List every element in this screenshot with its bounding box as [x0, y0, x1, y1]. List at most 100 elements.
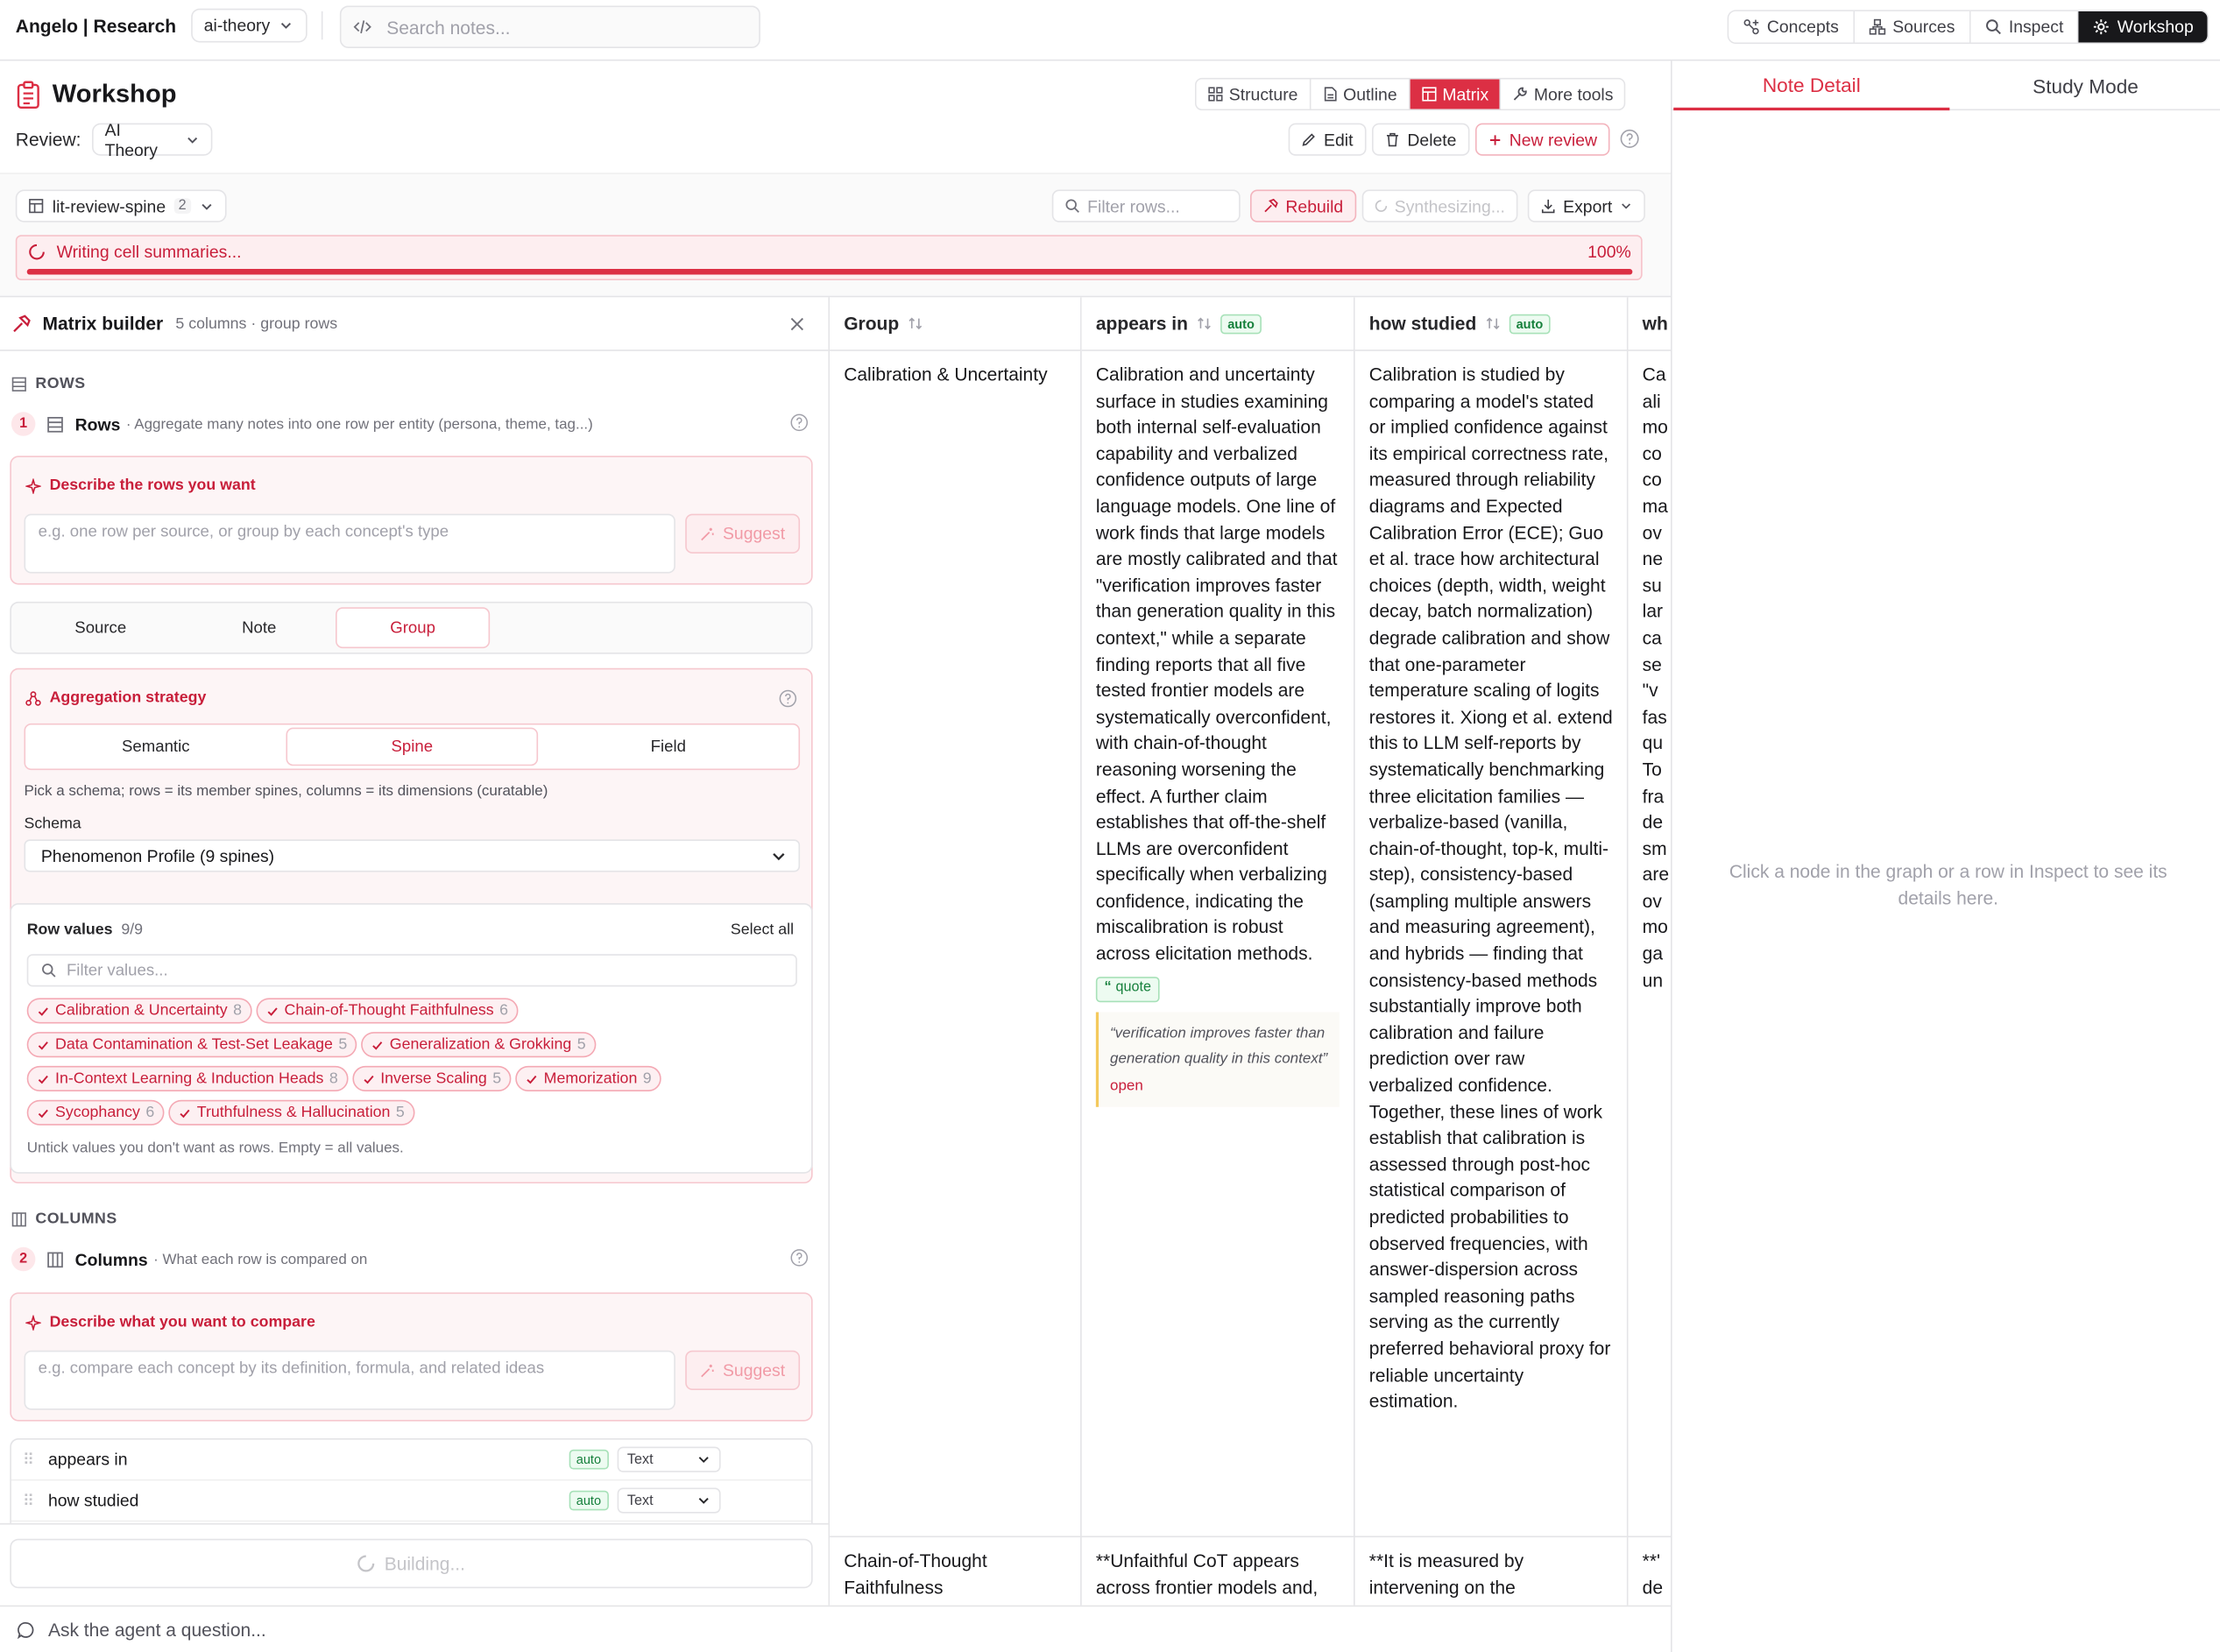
chip-label: Generalization & Grokking	[389, 1035, 572, 1054]
rows-suggest-button[interactable]: Suggest	[685, 513, 801, 554]
group-name: Chain-of-Thought Faithfulness	[844, 1550, 987, 1598]
rows-prompt-input[interactable]: e.g. one row per source, or group by eac…	[24, 513, 675, 574]
row-values-filter-placeholder: Filter values...	[66, 962, 168, 979]
check-icon	[267, 1006, 278, 1016]
nav-sources[interactable]: Sources	[1854, 11, 1971, 43]
more-tools-button[interactable]: More tools	[1501, 79, 1625, 109]
divider	[321, 11, 323, 40]
row-value-chip[interactable]: In-Context Learning & Induction Heads 8	[26, 1065, 349, 1092]
close-icon[interactable]	[788, 315, 805, 332]
columns-icon	[47, 1251, 63, 1267]
view-structure-button[interactable]: Structure	[1196, 79, 1311, 109]
hammer-icon	[1264, 198, 1278, 213]
column-row[interactable]: ⠿ appears in auto Text	[11, 1440, 812, 1481]
select-all-link[interactable]: Select all	[731, 921, 794, 938]
group-cell[interactable]: Calibration & Uncertainty	[830, 350, 1082, 1538]
row-value-chip[interactable]: Truthfulness & Hallucination 5	[168, 1099, 415, 1126]
help-icon[interactable]	[790, 413, 809, 432]
row-value-chip[interactable]: Calibration & Uncertainty 8	[26, 998, 252, 1024]
wrench-icon	[1514, 87, 1528, 101]
matrix-cell[interactable]: **It is measured by intervening on the	[1355, 1537, 1629, 1606]
column-header-truncated[interactable]: wh	[1628, 297, 1671, 351]
clipboard-icon	[17, 81, 39, 109]
cell-summary: Calibration is studied by comparing a mo…	[1368, 364, 1613, 1412]
row-values-title: Row values	[26, 921, 113, 939]
schema-select[interactable]: Phenomenon Profile (9 spines)	[24, 839, 801, 872]
column-header-appears-in[interactable]: appears in auto	[1081, 297, 1355, 351]
row-values-filter-input[interactable]: Filter values...	[26, 954, 797, 987]
row-value-chip[interactable]: Generalization & Grokking 5	[361, 1032, 596, 1058]
aggregation-title: Aggregation strategy	[49, 689, 207, 707]
search-placeholder: Search notes...	[386, 16, 511, 38]
row-value-chip[interactable]: Chain-of-Thought Faithfulness 6	[256, 998, 519, 1024]
aggregation-semantic[interactable]: Semantic	[28, 728, 283, 766]
chip-label: In-Context Learning & Induction Heads	[55, 1070, 324, 1088]
row-mode-group[interactable]: Group	[336, 607, 491, 649]
view-matrix-button[interactable]: Matrix	[1410, 79, 1502, 109]
drag-handle-icon[interactable]: ⠿	[23, 1451, 34, 1468]
schema-value: Phenomenon Profile (9 spines)	[40, 845, 275, 866]
review-value: AI Theory	[104, 119, 158, 159]
view-structure-label: Structure	[1228, 84, 1298, 104]
project-dropdown[interactable]: ai-theory	[191, 8, 308, 43]
matrix-cell-truncated[interactable]: Ca ali mo co co ma ov ne su lar ca se "v…	[1629, 351, 1671, 1537]
building-button[interactable]: Building...	[10, 1538, 813, 1589]
matrix-cell[interactable]: Calibration and uncertainty surface in s…	[1082, 350, 1355, 1538]
search-input[interactable]: Search notes...	[339, 5, 760, 48]
column-type-select[interactable]: Text	[617, 1487, 721, 1514]
rows-step: 1 Rows · Aggregate many notes into one r…	[11, 412, 593, 436]
quote-badge[interactable]: “ quote	[1095, 976, 1160, 1002]
column-type-select[interactable]: Text	[617, 1446, 721, 1472]
matrix-selector[interactable]: lit-review-spine 2	[15, 189, 227, 222]
export-button[interactable]: Export	[1527, 189, 1645, 222]
view-outline-button[interactable]: Outline	[1311, 79, 1410, 109]
edit-button[interactable]: Edit	[1288, 123, 1367, 156]
columns-suggest-button[interactable]: Suggest	[685, 1350, 801, 1391]
aggregation-spine[interactable]: Spine	[286, 727, 539, 766]
rebuild-button[interactable]: Rebuild	[1250, 189, 1356, 222]
row-value-chip[interactable]: Memorization 9	[515, 1065, 662, 1092]
matrix-cell[interactable]: **Unfaithful CoT appears across frontier…	[1082, 1537, 1355, 1606]
builder-subtitle: 5 columns · group rows	[175, 315, 338, 333]
nav-workshop[interactable]: Workshop	[2079, 11, 2208, 43]
group-cell[interactable]: Chain-of-Thought Faithfulness	[830, 1537, 1082, 1606]
help-icon[interactable]	[779, 689, 797, 708]
cell-summary: **It is measured by intervening on the	[1368, 1550, 1524, 1598]
open-quote-link[interactable]: open	[1110, 1077, 1143, 1093]
row-value-chip[interactable]: Inverse Scaling 5	[351, 1065, 512, 1092]
ask-agent-input[interactable]: Ask the agent a question...	[0, 1605, 1671, 1652]
column-row[interactable]: ⠿ how studied auto Text	[11, 1480, 812, 1522]
row-mode-source[interactable]: Source	[23, 607, 179, 648]
tab-study-mode[interactable]: Study Mode	[1949, 60, 2220, 110]
delete-button[interactable]: Delete	[1372, 123, 1470, 156]
filter-rows-input[interactable]: Filter rows...	[1051, 189, 1241, 222]
nav-inspect[interactable]: Inspect	[1970, 11, 2080, 43]
gear-icon	[2094, 19, 2110, 35]
matrix-cell[interactable]: Calibration is studied by comparing a mo…	[1355, 350, 1629, 1538]
review-dropdown[interactable]: AI Theory	[92, 120, 213, 159]
aggregation-title-row: Aggregation strategy	[25, 689, 206, 706]
matrix-cell-truncated[interactable]: **' de	[1629, 1537, 1671, 1606]
nav-concepts[interactable]: Concepts	[1729, 11, 1855, 43]
chip-label: Data Contamination & Test-Set Leakage	[55, 1035, 333, 1054]
column-header-group[interactable]: Group	[830, 297, 1082, 351]
chevron-down-icon	[698, 1457, 709, 1463]
sort-icon[interactable]	[1197, 315, 1213, 331]
drag-handle-icon[interactable]: ⠿	[23, 1492, 34, 1509]
new-review-button[interactable]: New review	[1474, 123, 1610, 156]
columns-prompt-input[interactable]: e.g. compare each concept by its definit…	[24, 1350, 675, 1410]
row-value-chip[interactable]: Sycophancy 6	[26, 1099, 165, 1126]
search-icon	[42, 964, 56, 978]
row-mode-note[interactable]: Note	[181, 607, 337, 648]
row-value-chip[interactable]: Data Contamination & Test-Set Leakage 5	[26, 1032, 357, 1058]
help-icon[interactable]	[1620, 129, 1640, 149]
synthesizing-button[interactable]: Synthesizing...	[1361, 189, 1518, 222]
aggregation-field[interactable]: Field	[541, 728, 795, 766]
sort-icon[interactable]	[1485, 315, 1501, 331]
sort-icon[interactable]	[908, 315, 923, 331]
help-icon[interactable]	[790, 1248, 809, 1267]
tab-note-detail[interactable]: Note Detail	[1673, 60, 1950, 111]
cell-summary: Calibration and uncertainty surface in s…	[1095, 364, 1338, 964]
column-header-how-studied[interactable]: how studied auto	[1354, 297, 1629, 351]
spinner-icon	[357, 1555, 376, 1572]
